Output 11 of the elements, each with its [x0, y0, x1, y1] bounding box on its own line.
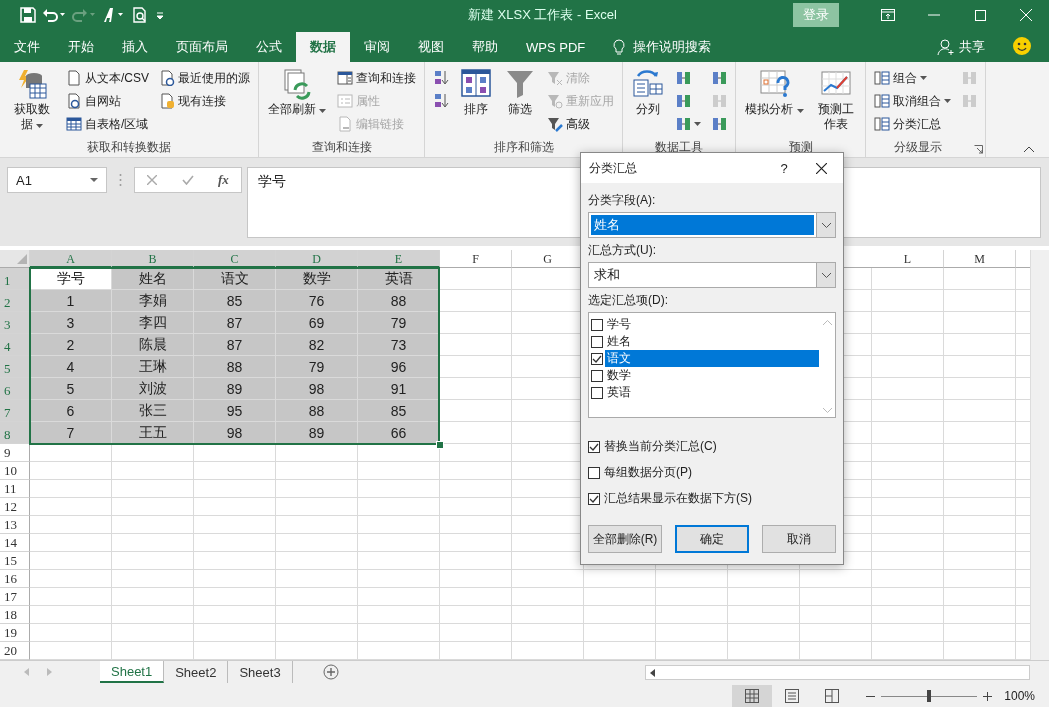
dialog-title: 分类汇总 — [589, 159, 638, 177]
window-title: 新建 XLSX 工作表 - Excel — [467, 6, 618, 24]
group-label: 查询和连接 — [310, 139, 373, 156]
field-label: 分类字段(A): — [588, 192, 657, 209]
group-label: 排序和筛选 — [492, 139, 555, 156]
group-label: 分级显示 — [893, 139, 944, 156]
field-label: 选定汇总项(D): — [588, 292, 669, 309]
field-label: 汇总方式(U): — [588, 242, 657, 259]
group-label: 数据工具 — [654, 139, 705, 156]
group-label: 预测 — [787, 139, 814, 156]
group-label: 获取和转换数据 — [86, 139, 172, 156]
